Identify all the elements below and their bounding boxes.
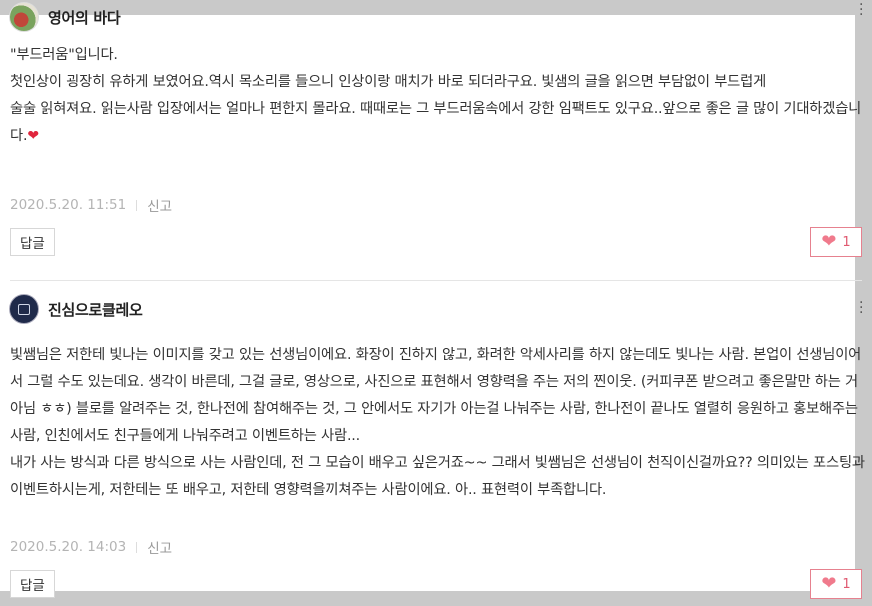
avatar[interactable] xyxy=(9,2,39,32)
heart-icon: ❤ xyxy=(821,231,837,252)
avatar[interactable] xyxy=(9,294,39,324)
reply-button[interactable]: 답글 xyxy=(10,228,55,256)
comment-text: "부드러움"입니다. 첫인상이 굉장히 유하게 보였어요.역시 목소리를 들으니… xyxy=(10,47,862,144)
like-button[interactable]: ❤ 1 xyxy=(810,569,862,599)
reply-button[interactable]: 답글 xyxy=(10,570,55,598)
comment-header: 영어의 바다 xyxy=(9,2,121,32)
comment-meta: 2020.5.20. 11:51 신고 xyxy=(10,195,172,215)
heart-icon: ❤ xyxy=(821,573,837,594)
more-vertical-icon[interactable]: · · · xyxy=(859,0,863,22)
comment-author[interactable]: 영어의 바다 xyxy=(48,7,121,28)
comment-header: 진심으로클레오 xyxy=(9,294,143,324)
comment-author[interactable]: 진심으로클레오 xyxy=(48,299,143,320)
reply-button-label: 답글 xyxy=(20,578,45,594)
comment-date: 2020.5.20. 14:03 xyxy=(10,539,127,555)
heart-emoji-icon: ❤ xyxy=(27,128,39,144)
comment-date: 2020.5.20. 11:51 xyxy=(10,197,127,213)
meta-divider xyxy=(136,199,138,211)
like-count: 1 xyxy=(842,576,851,592)
comment-text: 빛쌤님은 저한테 빛나는 이미지를 갖고 있는 선생님이에요. 화장이 진하지 … xyxy=(10,347,865,498)
report-link[interactable]: 신고 xyxy=(147,195,172,215)
reply-button-label: 답글 xyxy=(20,236,45,252)
comment-body: 빛쌤님은 저한테 빛나는 이미지를 갖고 있는 선생님이에요. 화장이 진하지 … xyxy=(10,342,865,504)
like-count: 1 xyxy=(842,234,851,250)
report-link[interactable]: 신고 xyxy=(147,537,172,557)
comment-divider xyxy=(10,280,862,281)
meta-divider xyxy=(136,541,138,553)
more-vertical-icon[interactable]: · · · xyxy=(859,296,863,320)
comment-meta: 2020.5.20. 14:03 신고 xyxy=(10,537,172,557)
like-button[interactable]: ❤ 1 xyxy=(810,227,862,257)
comment-body: "부드러움"입니다. 첫인상이 굉장히 유하게 보였어요.역시 목소리를 들으니… xyxy=(10,42,865,150)
